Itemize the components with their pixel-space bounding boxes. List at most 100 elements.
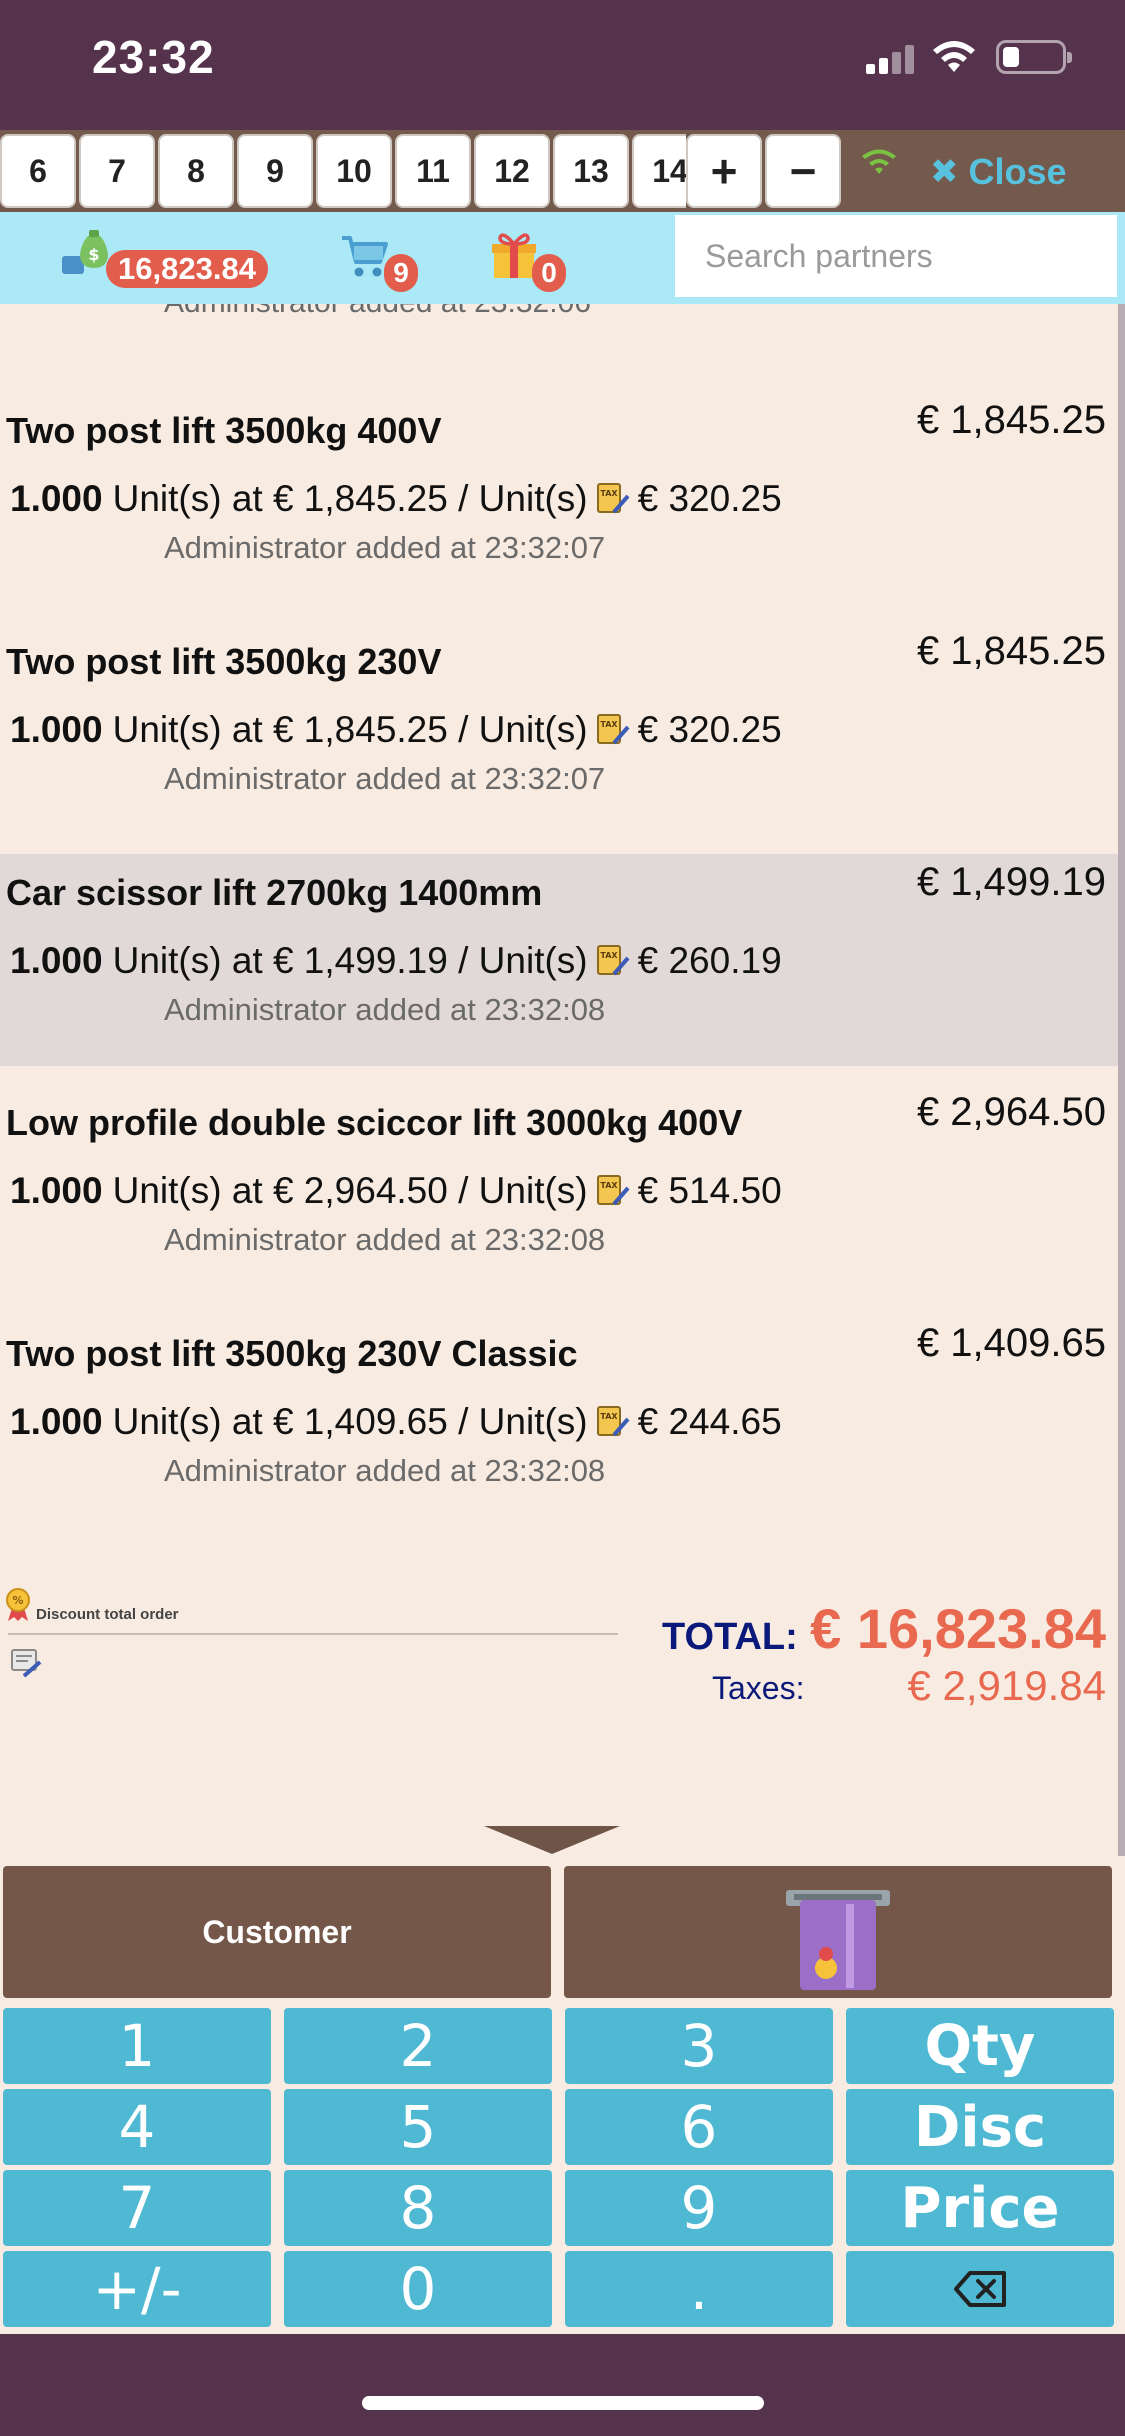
scrollbar[interactable] — [1118, 304, 1125, 1856]
order-tab[interactable]: 6 — [0, 134, 76, 208]
search-partners-input[interactable] — [705, 237, 1117, 275]
order-tab[interactable]: 13 — [553, 134, 629, 208]
orderline-selected[interactable]: Car scissor lift 2700kg 1400mm € 1,499.1… — [0, 854, 1118, 1066]
orderline-added-info: Administrator added at 23:32:07 — [164, 761, 606, 796]
qty-mode-button[interactable]: Qty — [846, 2008, 1114, 2084]
numpad-key-4[interactable]: 4 — [3, 2089, 271, 2165]
orderline-product-name: Car scissor lift 2700kg 1400mm — [6, 872, 543, 913]
divider — [8, 1633, 618, 1635]
wifi-icon — [933, 41, 975, 72]
taxes-label: Taxes: — [712, 1670, 805, 1706]
cart-icon[interactable] — [340, 234, 390, 280]
orderline[interactable]: Two post lift 3500kg 400V € 1,845.25 1.0… — [0, 380, 1118, 592]
numpad-key-8[interactable]: 8 — [284, 2170, 552, 2246]
note-icon[interactable] — [10, 1646, 42, 1678]
tax-icon: TAX — [596, 714, 630, 745]
discount-icon[interactable]: % — [4, 1588, 32, 1622]
orderline[interactable]: Low profile double sciccor lift 3000kg 4… — [0, 1072, 1118, 1284]
orderline-unit-text: Unit(s) at € 1,499.19 / Unit(s) — [112, 940, 588, 981]
orderline-product-name: Two post lift 3500kg 400V — [6, 410, 442, 451]
order-summary: % Discount total order TOTAL: € 16,823.8… — [0, 1566, 1118, 1766]
order-tab[interactable]: 11 — [395, 134, 471, 208]
connection-status-icon — [862, 149, 896, 174]
svg-text:%: % — [12, 1594, 23, 1607]
discount-total-label[interactable]: Discount total order — [36, 1606, 179, 1623]
svg-text:TAX: TAX — [600, 489, 618, 498]
orderline-unit-text: Unit(s) at € 2,964.50 / Unit(s) — [112, 1170, 588, 1211]
orderline-tax: € 320.25 — [637, 478, 782, 519]
orderline-price: € 2,964.50 — [916, 1090, 1106, 1134]
orderline-qty: 1.000 — [10, 478, 103, 519]
order-tab[interactable]: 7 — [79, 134, 155, 208]
orderline-qty: 1.000 — [10, 1170, 103, 1211]
orderline-price: € 1,845.25 — [916, 629, 1106, 673]
numpad-key-2[interactable]: 2 — [284, 2008, 552, 2084]
search-partners[interactable] — [672, 212, 1120, 300]
numpad-key-7[interactable]: 7 — [3, 2170, 271, 2246]
order-tab-clip: 14 — [632, 134, 686, 208]
orderline-info: 1.000 Unit(s) at € 1,845.25 / Unit(s) TA… — [10, 709, 782, 751]
customer-button[interactable]: Customer — [3, 1866, 551, 1998]
orderline[interactable]: Two post lift 3500kg 230V Classic € 1,40… — [0, 1303, 1118, 1515]
orderline-tax: € 320.25 — [637, 709, 782, 750]
numpad-key-0[interactable]: 0 — [284, 2251, 552, 2327]
orderline-tax: € 514.50 — [637, 1170, 782, 1211]
numpad-key-6[interactable]: 6 — [565, 2089, 833, 2165]
tax-icon: TAX — [596, 945, 630, 976]
order-tab[interactable]: 9 — [237, 134, 313, 208]
numpad-key-1[interactable]: 1 — [3, 2008, 271, 2084]
close-button[interactable]: ✖ Close — [930, 144, 1067, 200]
orderline-qty: 1.000 — [10, 709, 103, 750]
order-tab[interactable]: 8 — [158, 134, 234, 208]
orderline-unit-text: Unit(s) at € 1,845.25 / Unit(s) — [112, 478, 588, 519]
price-mode-button[interactable]: Price — [846, 2170, 1114, 2246]
action-pad: Customer 1 2 3 Qty 4 5 6 Disc 7 8 9 Pric… — [0, 1856, 1125, 2334]
orderline[interactable]: Two post lift 3500kg 230V € 1,845.25 1.0… — [0, 611, 1118, 823]
collapse-arrow-icon[interactable] — [484, 1826, 620, 1854]
orderline-added-info: Administrator added at 23:32:08 — [164, 1453, 606, 1488]
svg-text:TAX: TAX — [600, 720, 618, 729]
numpad: 1 2 3 Qty 4 5 6 Disc 7 8 9 Price +/- 0 . — [0, 2008, 1125, 2334]
home-indicator[interactable] — [362, 2396, 764, 2410]
orderline-qty: 1.000 — [10, 940, 103, 981]
numpad-key-5[interactable]: 5 — [284, 2089, 552, 2165]
disc-mode-button[interactable]: Disc — [846, 2089, 1114, 2165]
order-tab[interactable]: 14 — [632, 134, 686, 208]
add-order-button[interactable]: + — [686, 134, 762, 208]
order-tab[interactable]: 10 — [316, 134, 392, 208]
status-time: 23:32 — [92, 31, 215, 83]
orderline-qty: 1.000 — [10, 1401, 103, 1442]
orderline-tax: € 244.65 — [637, 1401, 782, 1442]
battery-icon — [996, 40, 1072, 74]
orderline-price: € 1,499.19 — [916, 860, 1106, 904]
numpad-key-decimal[interactable]: . — [565, 2251, 833, 2327]
tax-icon: TAX — [596, 483, 630, 514]
order-tab[interactable]: 12 — [474, 134, 550, 208]
orderline-added-info: Administrator added at 23:32:08 — [164, 1222, 606, 1257]
orderline-added-info: Administrator added at 23:32:06 — [164, 304, 591, 320]
svg-text:TAX: TAX — [600, 951, 618, 960]
backspace-button[interactable] — [846, 2251, 1114, 2327]
money-bag-icon[interactable]: $ — [62, 228, 110, 278]
orderline-price: € 1,845.25 — [916, 398, 1106, 442]
card-payment-icon — [786, 1890, 890, 1990]
orderline-added-info: Administrator added at 23:32:08 — [164, 992, 606, 1027]
close-icon: ✖ — [930, 153, 959, 191]
orderline-info: 1.000 Unit(s) at € 1,845.25 / Unit(s) TA… — [10, 478, 782, 520]
svg-text:$: $ — [88, 245, 99, 264]
numpad-key-3[interactable]: 3 — [565, 2008, 833, 2084]
cart-count-badge: 9 — [384, 254, 418, 292]
orderline-added-info: Administrator added at 23:32:07 — [164, 530, 606, 565]
orderline-unit-text: Unit(s) at € 1,845.25 / Unit(s) — [112, 709, 588, 750]
remove-order-button[interactable]: − — [765, 134, 841, 208]
order-tab-strip: 6 7 8 9 10 11 12 13 14 + − ✖ Close — [0, 130, 1125, 212]
orderline-tax: € 260.19 — [637, 940, 782, 981]
payment-button[interactable] — [564, 1866, 1112, 1998]
numpad-key-9[interactable]: 9 — [565, 2170, 833, 2246]
gift-icon[interactable] — [490, 228, 538, 280]
status-bar: 23:32 — [0, 0, 1125, 130]
numpad-key-plus-minus[interactable]: +/- — [3, 2251, 271, 2327]
order-list[interactable]: Administrator added at 23:32:06 Two post… — [0, 304, 1118, 1856]
total-label: TOTAL: — [662, 1616, 798, 1658]
taxes-value: € 2,919.84 — [907, 1662, 1106, 1709]
